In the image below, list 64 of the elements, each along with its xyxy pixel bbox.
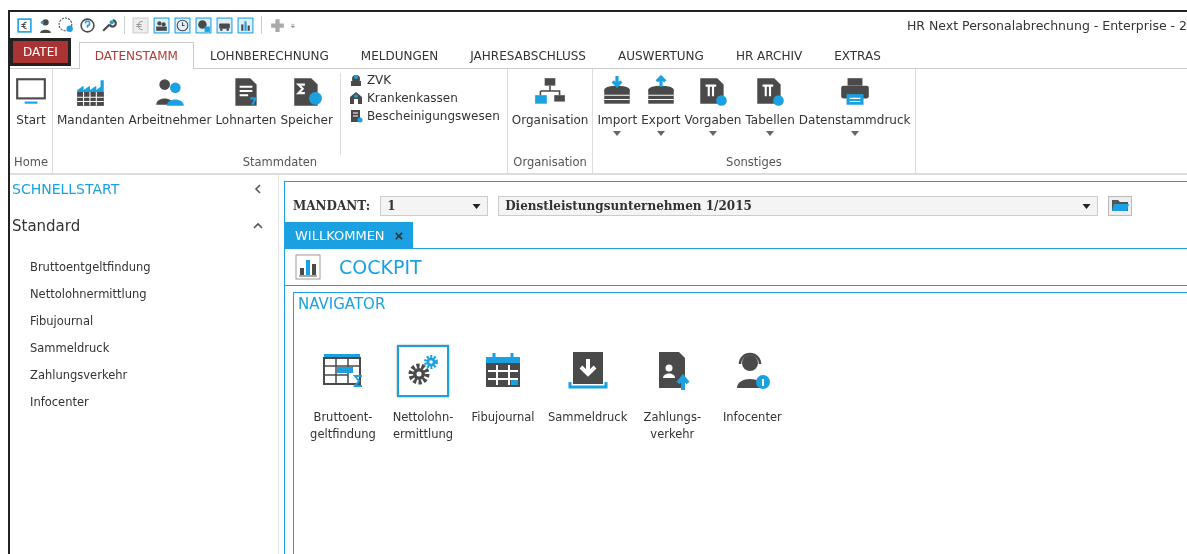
navigator-item[interactable]: Infocenter bbox=[717, 345, 788, 443]
bar-chart-icon bbox=[295, 254, 321, 280]
ribbon-tab[interactable]: AUSWERTUNG bbox=[601, 42, 720, 69]
car-icon[interactable] bbox=[216, 16, 233, 34]
caret-icon bbox=[1082, 203, 1092, 209]
ribbon-tab[interactable]: EXTRAS bbox=[818, 42, 897, 69]
navigator-item[interactable]: Sammeldruck bbox=[548, 345, 628, 443]
group-label: Home bbox=[14, 155, 48, 169]
navigator-item[interactable]: Bruttoent- geltfindung bbox=[308, 345, 378, 443]
ribbon-button[interactable]: Bescheinigungswesen bbox=[348, 109, 500, 123]
ribbon-button[interactable]: Export bbox=[640, 73, 682, 155]
ribbon-tab[interactable]: MELDUNGEN bbox=[344, 42, 455, 69]
sidebar-item[interactable]: Sammeldruck bbox=[10, 334, 110, 361]
navigator-item[interactable]: Nettolohn- ermittlung bbox=[388, 345, 458, 443]
document-tab[interactable]: WILLKOMMEN × bbox=[285, 222, 414, 248]
ribbon-button[interactable]: ZVK bbox=[348, 73, 500, 87]
folder-button[interactable] bbox=[1108, 196, 1133, 216]
collapse-icon[interactable] bbox=[252, 183, 264, 195]
clock-icon[interactable] bbox=[174, 16, 191, 34]
group-label: Stammdaten bbox=[242, 155, 318, 169]
euro-icon[interactable] bbox=[16, 16, 33, 34]
group-label: Sonstiges bbox=[726, 155, 782, 169]
bar-chart-icon[interactable] bbox=[237, 16, 254, 34]
group-label: Organisation bbox=[513, 155, 587, 169]
section-title: Standard bbox=[12, 217, 81, 235]
navigator-item[interactable]: Zahlungs- verkehr bbox=[637, 345, 708, 443]
window-title: HR Next Personalabrechnung - Enterprise - 2 bbox=[906, 17, 1187, 33]
file-menu-button[interactable]: DATEI bbox=[10, 38, 71, 66]
user-headset-icon[interactable] bbox=[37, 16, 54, 34]
ribbon-tab[interactable]: DATENSTAMM bbox=[78, 42, 194, 69]
panel-title: SCHNELLSTART bbox=[12, 181, 120, 197]
sidebar-item[interactable]: Infocenter bbox=[10, 388, 89, 415]
ribbon-button[interactable]: Organisation bbox=[510, 73, 590, 155]
ribbon-button[interactable]: Speicher bbox=[279, 73, 334, 155]
ribbon-button[interactable]: Lohnarten bbox=[214, 73, 278, 155]
users-icon[interactable] bbox=[153, 16, 170, 34]
mandant-number-dropdown[interactable]: 1 bbox=[380, 196, 489, 216]
tab-label: WILLKOMMEN bbox=[295, 227, 385, 243]
ribbon-button[interactable]: Vorgaben bbox=[683, 73, 743, 155]
gears-icon bbox=[397, 345, 449, 397]
ribbon-button[interactable]: Krankenkassen bbox=[348, 91, 500, 105]
panel-title: NAVIGATOR bbox=[297, 294, 387, 315]
ribbon-tab[interactable]: HR ARCHIV bbox=[719, 42, 819, 69]
ribbon-button[interactable]: Arbeitnehmer bbox=[127, 73, 213, 155]
certificate-icon bbox=[348, 109, 363, 123]
sidebar-item[interactable]: Zahlungsverkehr bbox=[10, 361, 128, 388]
navigator-item[interactable]: Fibujournal bbox=[468, 345, 538, 443]
ribbon-button[interactable]: Tabellen bbox=[744, 73, 796, 155]
field-label: MANDANT: bbox=[293, 199, 371, 213]
mandant-name-dropdown[interactable]: Dienstleistungsunternehmen 1/2015 bbox=[498, 196, 1099, 216]
ribbon-button[interactable]: Datenstammdruck bbox=[797, 73, 912, 155]
section-title: COCKPIT bbox=[339, 256, 422, 278]
ribbon-tab[interactable]: JAHRESABSCHLUSS bbox=[454, 42, 602, 69]
wrench-icon[interactable] bbox=[100, 16, 117, 34]
ribbon-button[interactable]: Start bbox=[13, 73, 49, 155]
ribbon-button[interactable]: Mandanten bbox=[56, 73, 126, 155]
sidebar-item[interactable]: Nettolohnermittlung bbox=[10, 280, 147, 307]
sidebar-item[interactable]: Fibujournal bbox=[10, 307, 94, 334]
close-button[interactable]: × bbox=[394, 226, 404, 244]
caret-icon bbox=[472, 203, 482, 209]
ribbon-button[interactable]: Import bbox=[596, 73, 639, 155]
help-icon[interactable] bbox=[79, 16, 96, 34]
ribbon-tab[interactable]: LOHNBERECHNUNG bbox=[193, 42, 345, 69]
sidebar-item[interactable]: Bruttoentgeltfindung bbox=[10, 253, 151, 280]
